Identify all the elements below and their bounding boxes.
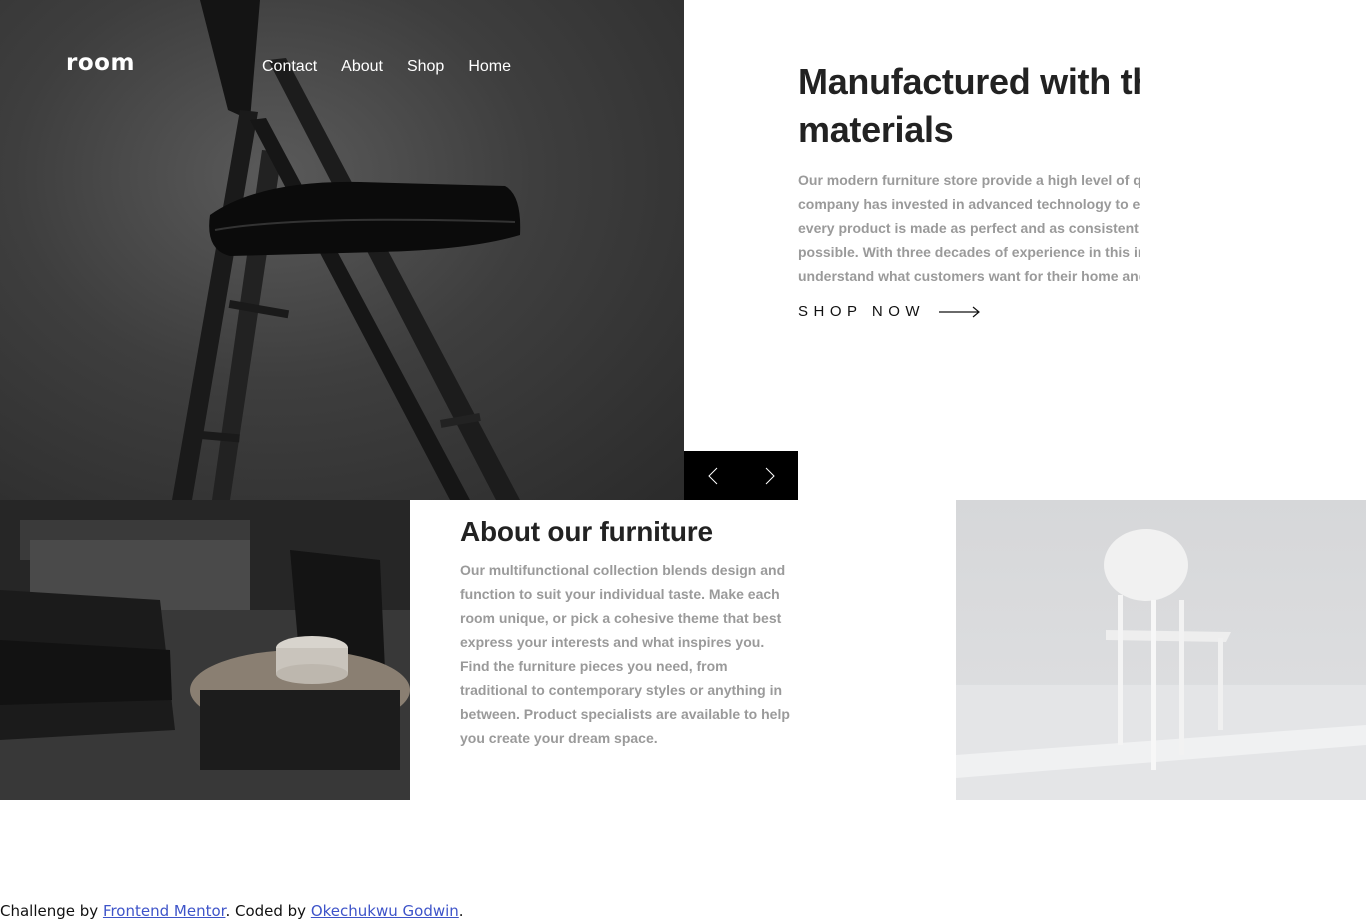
about-title: About our furniture (460, 516, 713, 547)
about-image-light (956, 500, 1366, 800)
slider-controls (684, 451, 798, 500)
white-chair-illustration (956, 529, 1366, 800)
nav-shop[interactable]: Shop (407, 58, 444, 76)
hero-title: Manufactured with the best materials (798, 61, 1140, 150)
chevron-right-icon (765, 467, 775, 484)
hero-description: Our modern furniture store provide a hig… (798, 172, 1140, 284)
author-link[interactable]: Okechukwu Godwin (311, 902, 459, 920)
living-room-illustration (0, 500, 410, 800)
frontend-mentor-link[interactable]: Frontend Mentor (103, 902, 226, 920)
about-description: Our multifunctional collection blends de… (460, 562, 790, 746)
slider-prev-button[interactable] (684, 451, 741, 500)
hero-image: room Contact About Shop Home (0, 0, 684, 500)
nav-contact[interactable]: Contact (262, 58, 317, 76)
nav-home[interactable]: Home (468, 58, 511, 76)
about-section: About our furniture Our multifunctional … (460, 516, 790, 750)
about-image-dark (0, 500, 410, 800)
shop-now-label: SHOP NOW (798, 303, 926, 320)
shop-now-button[interactable]: SHOP NOW (798, 303, 981, 320)
nav-about[interactable]: About (341, 58, 383, 76)
attribution: Challenge by Frontend Mentor. Coded by O… (0, 902, 464, 920)
attribution-suffix: . (458, 902, 464, 920)
attribution-prefix: Challenge by (0, 902, 103, 920)
chevron-left-icon (707, 467, 717, 484)
main-nav: Contact About Shop Home (262, 58, 511, 76)
arrow-right-icon (939, 306, 981, 317)
logo[interactable]: room (66, 50, 135, 76)
slider-next-button[interactable] (741, 451, 798, 500)
hero-text: Manufactured with the best materials Our… (798, 58, 1140, 288)
attribution-middle: . Coded by (225, 902, 311, 920)
